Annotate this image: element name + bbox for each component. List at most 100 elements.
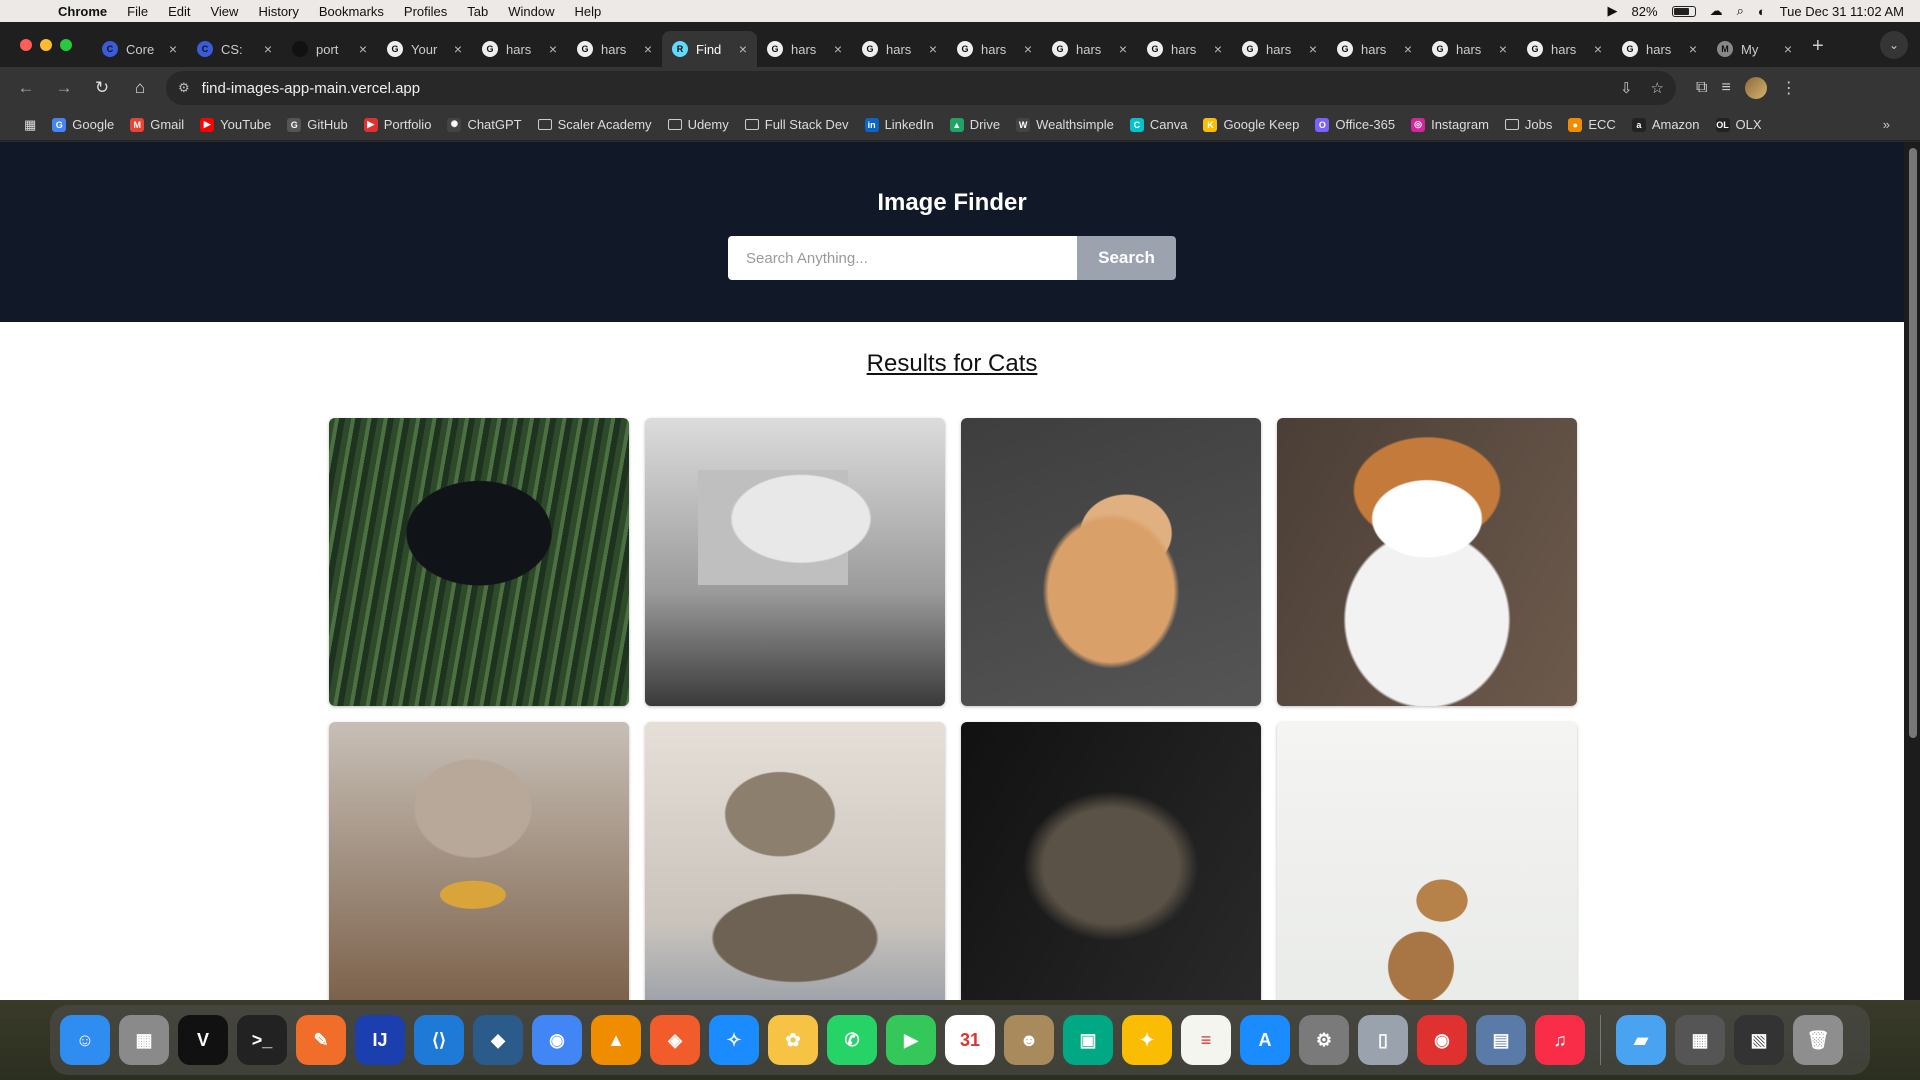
close-tab-icon[interactable]: × — [169, 41, 177, 57]
search-button[interactable]: Search — [1077, 236, 1176, 280]
safari-icon[interactable]: ✧ — [709, 1015, 759, 1065]
bookmarks-overflow-icon[interactable]: » — [1883, 117, 1890, 132]
browser-tab[interactable]: Ghars × — [1042, 31, 1137, 67]
app-store-icon[interactable]: A — [1240, 1015, 1290, 1065]
menubar-datetime[interactable]: Tue Dec 31 11:02 AM — [1780, 4, 1904, 19]
menu-profiles[interactable]: Profiles — [394, 4, 457, 19]
close-tab-icon[interactable]: × — [359, 41, 367, 57]
bookmark-item[interactable]: in LinkedIn — [857, 117, 942, 132]
scrollbar-thumb[interactable] — [1909, 148, 1917, 738]
browser-tab[interactable]: Ghars × — [567, 31, 662, 67]
cat-image-cat-at-computer[interactable] — [645, 418, 945, 706]
close-tab-icon[interactable]: × — [549, 41, 557, 57]
facetime-icon[interactable]: ▶ — [886, 1015, 936, 1065]
pen-tool-icon[interactable]: ✎ — [296, 1015, 346, 1065]
url-text[interactable]: find-images-app-main.vercel.app — [202, 80, 420, 97]
browser-tab[interactable]: Ghars × — [1517, 31, 1612, 67]
bookmark-item[interactable]: Scaler Academy — [530, 117, 660, 132]
bookmark-item[interactable]: ✺ ChatGPT — [439, 117, 529, 132]
tab-search-icon[interactable]: ⌄ — [1880, 30, 1908, 59]
minimize-window-button[interactable] — [40, 38, 52, 51]
install-app-icon[interactable]: ⇩ — [1620, 79, 1633, 97]
vectorize-icon[interactable]: V — [178, 1015, 228, 1065]
bookmark-item[interactable]: G GitHub — [279, 117, 355, 132]
mysql-icon[interactable]: ◆ — [473, 1015, 523, 1065]
browser-tab[interactable]: G Your × — [377, 31, 472, 67]
cat-image-dark-cat-face[interactable] — [961, 722, 1261, 1000]
browser-tab[interactable]: Ghars × — [1422, 31, 1517, 67]
menu-tab[interactable]: Tab — [457, 4, 498, 19]
music-icon[interactable]: ♫ — [1535, 1015, 1585, 1065]
bookmark-item[interactable]: ▲ Drive — [942, 117, 1008, 132]
bookmark-item[interactable]: K Google Keep — [1195, 117, 1307, 132]
apps-grid-icon[interactable]: ▦ — [16, 117, 44, 133]
menu-help[interactable]: Help — [565, 4, 612, 19]
close-tab-icon[interactable]: × — [1784, 41, 1792, 57]
close-tab-icon[interactable]: × — [1689, 41, 1697, 57]
profile-avatar[interactable] — [1744, 77, 1767, 99]
bookmark-item[interactable]: C Canva — [1122, 117, 1196, 132]
vlc-icon[interactable]: ▲ — [591, 1015, 641, 1065]
keep-icon[interactable]: ✦ — [1122, 1015, 1172, 1065]
zoom-window-button[interactable] — [60, 38, 72, 51]
close-tab-icon[interactable]: × — [929, 41, 937, 57]
battery-icon[interactable] — [1671, 5, 1696, 17]
now-playing-icon[interactable]: ▶ — [1608, 3, 1618, 19]
control-center-icon[interactable]: ◐ — [1758, 4, 1766, 19]
calendar-icon[interactable]: 31 — [945, 1015, 995, 1065]
browser-tab[interactable]: C Core × — [92, 31, 187, 67]
terminal-icon[interactable]: >_ — [237, 1015, 287, 1065]
whatsapp-icon[interactable]: ✆ — [827, 1015, 877, 1065]
bookmark-item[interactable]: ◎ Instagram — [1403, 117, 1497, 132]
address-bar[interactable]: ⚙ find-images-app-main.vercel.app ⇩ ☆ — [166, 71, 1676, 105]
system-settings-icon[interactable]: ⚙ — [1299, 1015, 1349, 1065]
close-tab-icon[interactable]: × — [1119, 41, 1127, 57]
bookmark-item[interactable]: G Google — [44, 117, 122, 132]
browser-tab[interactable]: Ghars × — [1232, 31, 1327, 67]
cat-image-orange-white-cat[interactable] — [1277, 418, 1577, 706]
meet-icon[interactable]: ▣ — [1063, 1015, 1113, 1065]
close-tab-icon[interactable]: × — [739, 41, 747, 57]
bookmark-item[interactable]: W Wealthsimple — [1008, 117, 1122, 132]
close-tab-icon[interactable]: × — [1214, 41, 1222, 57]
spotlight-search-icon[interactable]: ⌕ — [1737, 3, 1744, 19]
site-info-icon[interactable]: ⚙ — [178, 80, 190, 96]
chrome-menu-icon[interactable]: ⋮ — [1781, 78, 1797, 98]
bookmark-item[interactable]: Jobs — [1497, 117, 1560, 132]
intellij-icon[interactable]: IJ — [355, 1015, 405, 1065]
browser-tab[interactable]: ▲ port × — [282, 31, 377, 67]
menu-edit[interactable]: Edit — [158, 4, 200, 19]
notes-icon[interactable]: ≡ — [1181, 1015, 1231, 1065]
brave-icon[interactable]: ◈ — [650, 1015, 700, 1065]
menu-window[interactable]: Window — [498, 4, 564, 19]
iphone-mirroring-icon[interactable]: ▯ — [1358, 1015, 1408, 1065]
browser-tab[interactable]: Ghars × — [1327, 31, 1422, 67]
menu-view[interactable]: View — [200, 4, 248, 19]
browser-tab[interactable]: Ghars × — [472, 31, 567, 67]
browser-tab[interactable]: Ghars × — [1612, 31, 1707, 67]
close-tab-icon[interactable]: × — [1594, 41, 1602, 57]
trash-icon[interactable]: 🗑 — [1793, 1015, 1843, 1065]
preview-icon[interactable]: ▤ — [1476, 1015, 1526, 1065]
bookmark-item[interactable]: OL OLX — [1708, 117, 1770, 132]
bookmark-item[interactable]: a Amazon — [1624, 117, 1708, 132]
menu-bookmarks[interactable]: Bookmarks — [309, 4, 394, 19]
bookmark-item[interactable]: O Office-365 — [1307, 117, 1403, 132]
search-input[interactable] — [728, 236, 1077, 280]
contacts-icon[interactable]: ☻ — [1004, 1015, 1054, 1065]
forward-button[interactable]: → — [48, 72, 80, 104]
close-tab-icon[interactable]: × — [1499, 41, 1507, 57]
photos-icon[interactable]: ✿ — [768, 1015, 818, 1065]
close-tab-icon[interactable]: × — [834, 41, 842, 57]
close-tab-icon[interactable]: × — [1309, 41, 1317, 57]
close-tab-icon[interactable]: × — [1024, 41, 1032, 57]
cat-image-bengal-cat[interactable] — [1277, 722, 1577, 1000]
close-window-button[interactable] — [20, 38, 32, 51]
cat-image-cat-bandana[interactable] — [329, 722, 629, 1000]
browser-tab[interactable]: Ghars × — [757, 31, 852, 67]
reload-button[interactable]: ↻ — [86, 72, 118, 104]
home-button[interactable]: ⌂ — [124, 72, 156, 104]
browser-tab[interactable]: Ghars × — [852, 31, 947, 67]
page-scrollbar[interactable] — [1904, 142, 1920, 1000]
browser-tab[interactable]: R Find × — [662, 31, 757, 67]
